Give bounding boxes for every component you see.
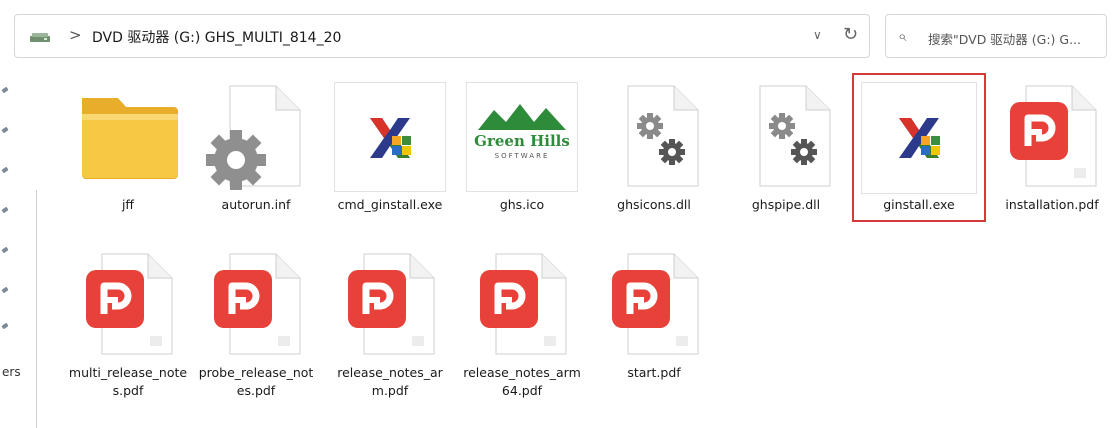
- nav-pane-divider[interactable]: [36, 190, 37, 428]
- pdf-icon: [78, 248, 178, 358]
- pin-icon[interactable]: [2, 166, 10, 174]
- pdf-icon: [340, 248, 440, 358]
- pin-icon[interactable]: [2, 286, 10, 294]
- pin-icon[interactable]: [2, 246, 10, 254]
- file-name: multi_release_notes.pdf: [68, 365, 188, 398]
- dvd-drive-icon: [30, 33, 50, 42]
- file-name: autorun.inf: [221, 197, 291, 212]
- dll-file-icon: [604, 80, 704, 190]
- pdf-icon: [472, 248, 572, 358]
- pdf-icon: [1002, 80, 1102, 190]
- file-name: release_notes_arm.pdf: [337, 365, 443, 398]
- pdf-icon: [206, 248, 306, 358]
- file-name: release_notes_arm64.pdf: [463, 365, 581, 398]
- pdf-icon: [604, 248, 704, 358]
- pin-icon[interactable]: [2, 126, 10, 134]
- file-name: cmd_ginstall.exe: [337, 197, 443, 212]
- file-name: probe_release_notes.pdf: [198, 365, 314, 398]
- dll-file-icon: [736, 80, 836, 190]
- file-name: ghsicons.dll: [617, 197, 691, 212]
- search-icon: ⌕: [898, 27, 907, 45]
- chevron-down-icon[interactable]: ∨: [813, 28, 822, 42]
- pin-icon[interactable]: [2, 206, 10, 214]
- refresh-icon[interactable]: ↻: [843, 24, 858, 45]
- installer-icon: [869, 80, 969, 190]
- search-placeholder: 搜索"DVD 驱动器 (G:) G...: [928, 32, 1082, 47]
- nav-pane-label[interactable]: ers: [2, 365, 21, 379]
- pin-icon[interactable]: [2, 322, 10, 330]
- address-bar[interactable]: > DVD 驱动器 (G:) GHS_MULTI_814_20 ∨ ↻: [14, 14, 870, 58]
- green-hills-logo-icon: Green Hills SOFTWARE: [472, 80, 572, 190]
- file-name: ghspipe.dll: [751, 197, 821, 212]
- logo-line-1: Green Hills: [474, 132, 570, 150]
- installer-icon: [340, 80, 440, 190]
- file-name: installation.pdf: [1005, 197, 1099, 212]
- search-input[interactable]: ⌕ 搜索"DVD 驱动器 (G:) G...: [885, 14, 1107, 58]
- pin-icon[interactable]: [2, 86, 10, 94]
- file-name: jff: [121, 197, 135, 212]
- breadcrumb-path[interactable]: DVD 驱动器 (G:) GHS_MULTI_814_20: [92, 27, 341, 47]
- logo-line-2: SOFTWARE: [495, 152, 550, 160]
- file-name: ginstall.exe: [883, 197, 955, 212]
- file-name: start.pdf: [627, 365, 681, 380]
- breadcrumb-separator: >: [69, 26, 82, 44]
- settings-file-icon: [206, 80, 306, 190]
- file-name: ghs.ico: [499, 197, 545, 212]
- folder-icon: [78, 80, 178, 190]
